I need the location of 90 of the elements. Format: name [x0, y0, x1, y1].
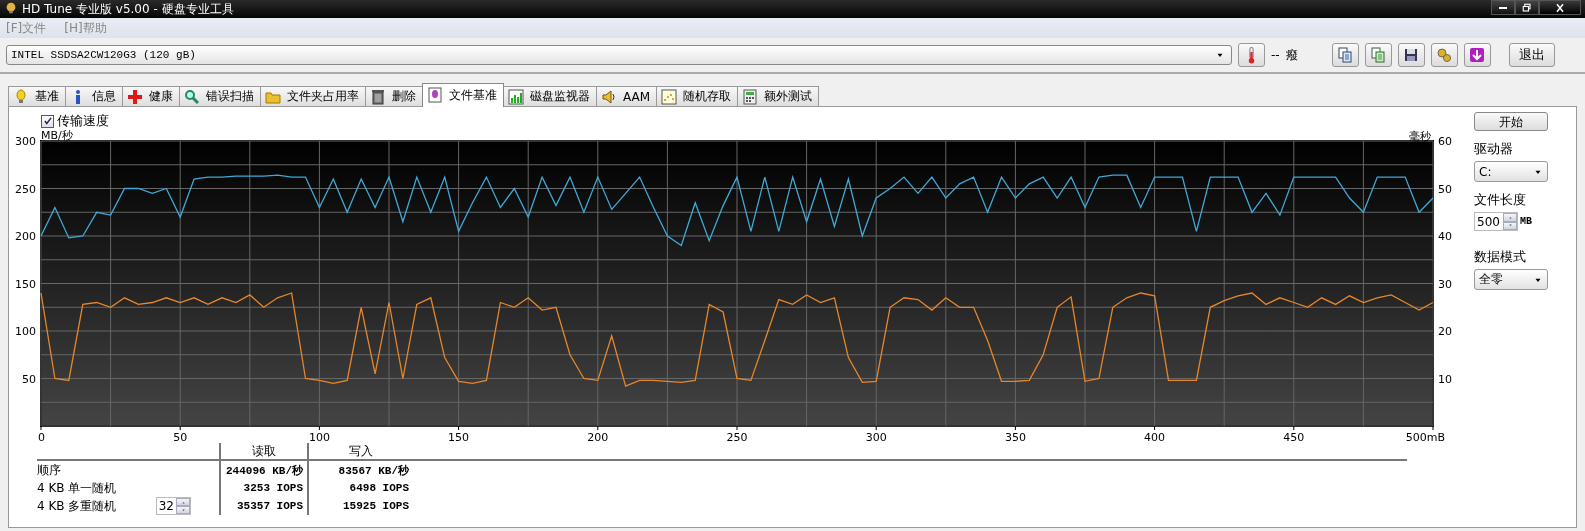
tab[interactable]: 随机存取: [656, 86, 739, 106]
tab[interactable]: 信息: [65, 86, 123, 106]
drive-label: 驱动器: [1474, 140, 1514, 158]
copy-button[interactable]: [1364, 43, 1392, 67]
y-axis-label: 30: [1438, 277, 1452, 291]
y-axis-label: 300: [15, 135, 36, 148]
tab[interactable]: 文件夹占用率: [260, 86, 366, 106]
y-axis-label: 200: [15, 230, 36, 243]
cross-icon: [127, 88, 143, 105]
temperature-unit: 癈: [1285, 46, 1298, 64]
drive-dropdown[interactable]: C:: [1474, 161, 1548, 182]
y-axis-title: MB/秒: [41, 129, 73, 142]
download-button[interactable]: [1463, 43, 1491, 67]
y-axis-label: 50: [1438, 182, 1452, 196]
thermometer-icon: [1248, 46, 1255, 64]
row-label: 4 KB 多重随机: [37, 497, 117, 515]
unit-label: MB: [1520, 216, 1532, 227]
tab[interactable]: 错误扫描: [179, 86, 261, 106]
restore-button[interactable]: [1515, 0, 1539, 15]
y-axis-label: 10: [1438, 372, 1452, 386]
exit-button[interactable]: 退出: [1508, 43, 1555, 67]
data-mode-label: 数据模式: [1474, 248, 1527, 266]
gears-button[interactable]: [1430, 43, 1458, 67]
speaker-icon: [601, 88, 617, 105]
temperature-value: --: [1271, 48, 1280, 62]
column-header: 写入: [307, 443, 413, 460]
file-length-spinner[interactable]: 500: [1474, 212, 1518, 231]
checkbox-label: 传输速度: [57, 112, 109, 130]
x-axis-label: 150: [448, 431, 470, 443]
table-cell: 244096 KB/秒: [219, 461, 307, 479]
scatter-plot-icon: [661, 88, 678, 105]
x-axis-label: 200: [587, 431, 609, 443]
y-axis-label: 150: [15, 277, 36, 291]
tab[interactable]: 删除: [365, 86, 423, 106]
copy-icon: [1337, 47, 1354, 63]
gears-icon: [1436, 47, 1453, 63]
document-bulb-icon: [427, 87, 443, 103]
x-axis-label: 250: [726, 431, 748, 443]
y-axis-label: 60: [1438, 135, 1452, 148]
x-axis-label: 50: [173, 431, 188, 443]
restore-icon: [1520, 1, 1534, 14]
x-axis-label: 450: [1283, 431, 1305, 443]
y-axis-label: 250: [15, 182, 36, 196]
x-axis-label: 350: [1004, 431, 1026, 443]
tab[interactable]: AAM: [596, 86, 658, 106]
x-axis-label: 100: [308, 431, 330, 443]
download-icon: [1469, 47, 1486, 63]
close-button[interactable]: [1539, 0, 1581, 15]
drive-dropdown[interactable]: INTEL SSDSA2CW120G3 (120 gB): [6, 45, 1232, 65]
save-icon: [1403, 47, 1420, 63]
tab[interactable]: 文件基准: [422, 83, 504, 107]
file-length-label: 文件长度: [1474, 191, 1527, 209]
save-button[interactable]: [1397, 43, 1425, 67]
y-axis-label: 40: [1438, 230, 1452, 243]
queue-depth-spinner[interactable]: 32: [155, 497, 191, 515]
tab[interactable]: 额外测试: [737, 86, 820, 106]
data-mode-dropdown[interactable]: 全零: [1474, 269, 1548, 290]
x-axis-label: 400: [1144, 431, 1166, 443]
trash-icon: [370, 88, 386, 105]
light-bulb-icon: [13, 88, 29, 105]
row-label: 4 KB 单一随机: [37, 479, 117, 497]
tab[interactable]: 磁盘监视器: [503, 86, 597, 106]
table-cell: 3253 IOPS: [219, 479, 307, 497]
x-axis-label: 0: [38, 431, 45, 443]
tab[interactable]: 健康: [122, 86, 180, 106]
y-axis-label: 50: [22, 372, 36, 386]
check-icon: [42, 116, 53, 126]
table-cell: 6498 IOPS: [307, 479, 413, 497]
x-axis-label: 500mB: [1405, 431, 1445, 443]
table-cell: 15925 IOPS: [307, 497, 413, 515]
x-axis-label: 300: [865, 431, 887, 443]
table-cell: 35357 IOPS: [219, 497, 307, 515]
tab[interactable]: 基准: [8, 86, 66, 106]
y-axis-label: 100: [15, 325, 36, 338]
copy-button[interactable]: [1331, 43, 1359, 67]
row-label: 顺序: [37, 461, 61, 479]
minimize-icon: [1499, 6, 1507, 9]
column-header: 读取: [219, 443, 307, 460]
copy-icon: [1370, 47, 1387, 63]
magnifier-icon: [184, 88, 200, 105]
checkbox[interactable]: [41, 114, 54, 128]
calculator-icon: [742, 88, 759, 105]
minimize-button[interactable]: [1491, 0, 1515, 15]
temperature-button[interactable]: [1238, 43, 1265, 67]
y-axis-title: 毫秒: [1409, 130, 1431, 143]
start-button[interactable]: 开始: [1474, 112, 1548, 131]
app-icon: [4, 0, 18, 15]
table-cell: 83567 KB/秒: [307, 461, 413, 479]
window-title: HD Tune 专业版 v5.00 - 硬盘专业工具: [22, 0, 235, 18]
y-axis-label: 20: [1438, 325, 1452, 338]
